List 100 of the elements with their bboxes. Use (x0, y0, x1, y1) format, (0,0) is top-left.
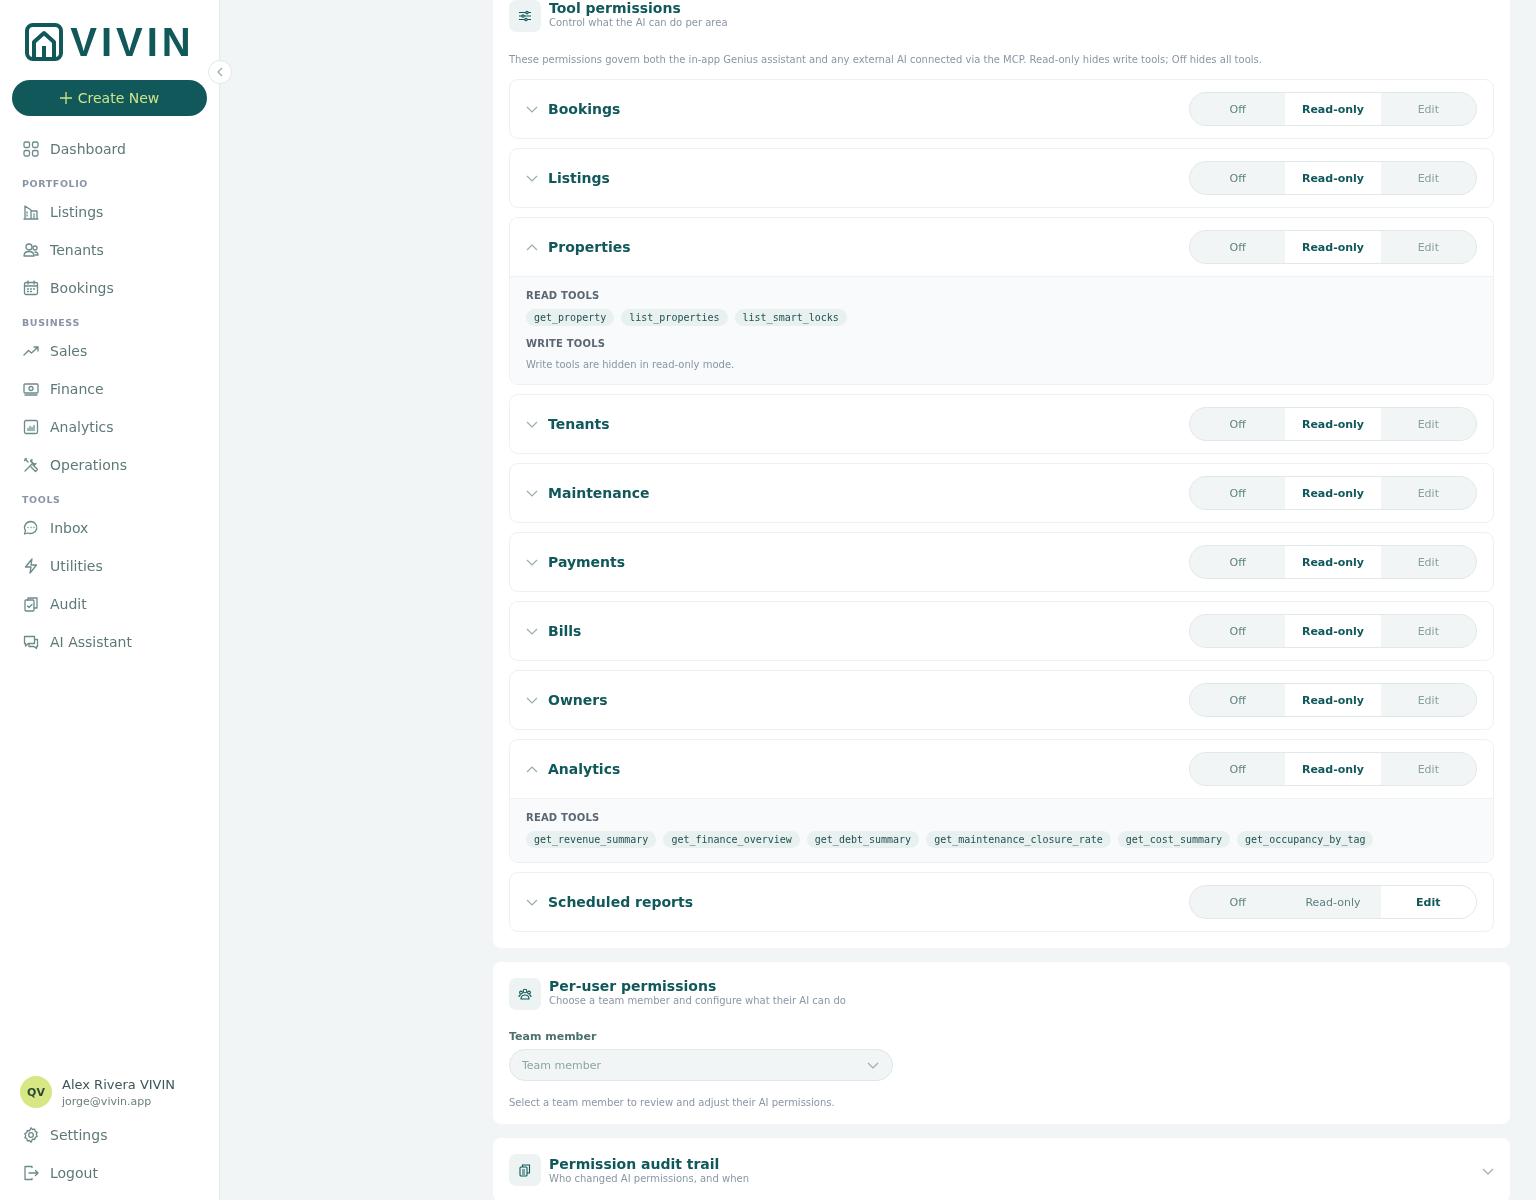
permission-option[interactable]: Read-only (1285, 886, 1381, 918)
sidebar-item[interactable]: Utilities (12, 547, 207, 585)
permission-option[interactable]: Off (1190, 753, 1286, 785)
tools-icon (22, 456, 40, 474)
permission-option[interactable]: Read-only (1285, 753, 1381, 785)
nav-section-label: TOOLS (21, 493, 62, 507)
area-toggle[interactable]: Bills (526, 623, 582, 639)
user-email: jorge@vivin.app (62, 1094, 153, 1108)
area-toggle[interactable]: Tenants (526, 416, 610, 432)
card-title: Per-user permissions (549, 978, 718, 994)
clipboard-icon (509, 1154, 541, 1186)
permission-option[interactable]: Off (1190, 93, 1286, 125)
permission-option[interactable]: Off (1190, 477, 1286, 509)
user-name: Alex Rivera VIVIN (62, 1076, 176, 1092)
permission-option[interactable]: Read-only (1285, 546, 1381, 578)
tool-tag: get_debt_summary (806, 831, 920, 848)
permission-option[interactable]: Edit (1380, 162, 1476, 194)
area-toggle[interactable]: Maintenance (526, 485, 650, 501)
building-icon (22, 203, 40, 221)
sidebar-item[interactable]: Tenants (12, 231, 207, 269)
sidebar-item[interactable]: Sales (12, 332, 207, 370)
lightning-icon (22, 557, 40, 575)
team-member-select[interactable]: Team member (509, 1049, 893, 1081)
house-logo-icon (24, 22, 65, 62)
permission-option[interactable]: Read-only (1285, 162, 1381, 194)
permission-option[interactable]: Read-only (1285, 477, 1381, 509)
permission-option[interactable]: Edit (1380, 684, 1476, 716)
permission-option[interactable]: Edit (1380, 753, 1476, 785)
permission-option[interactable]: Edit (1380, 231, 1476, 263)
nav-section-label: BUSINESS (21, 316, 81, 330)
create-new-button[interactable]: Create New (12, 80, 207, 116)
sidebar-item[interactable]: Operations (12, 446, 207, 484)
chevron-down-icon (867, 1062, 879, 1069)
permission-option[interactable]: Edit (1380, 886, 1476, 918)
sidebar-item[interactable]: Inbox (12, 509, 207, 547)
permission-option[interactable]: Off (1190, 886, 1286, 918)
area-toggle[interactable]: Listings (526, 170, 610, 186)
section-label: READ TOOLS (526, 290, 601, 301)
permission-option[interactable]: Edit (1380, 546, 1476, 578)
sidebar-item[interactable]: Analytics (12, 408, 207, 446)
permission-option[interactable]: Edit (1380, 93, 1476, 125)
sidebar-item[interactable]: Listings (12, 193, 207, 231)
calendar-icon (22, 279, 40, 297)
tool-tag: get_revenue_summary (526, 831, 657, 848)
section-label: WRITE TOOLS (526, 338, 607, 349)
permission-option[interactable]: Off (1190, 615, 1286, 647)
users-icon (22, 241, 40, 259)
permission-option[interactable]: Read-only (1285, 231, 1381, 263)
brand-logo: VIVIN (70, 22, 195, 62)
field-label: Team member (509, 1030, 598, 1043)
permission-option[interactable]: Edit (1380, 477, 1476, 509)
collapse-sidebar-button[interactable] (208, 60, 232, 84)
permission-option[interactable]: Edit (1380, 615, 1476, 647)
area-toggle[interactable]: Owners (526, 692, 608, 708)
permission-option[interactable]: Read-only (1285, 93, 1381, 125)
tool-tag: list_smart_locks (734, 309, 847, 326)
permission-option[interactable]: Edit (1380, 408, 1476, 440)
tool-tag: get_cost_summary (1117, 831, 1231, 848)
permission-option[interactable]: Off (1190, 162, 1286, 194)
chat-bubble-icon (22, 519, 40, 537)
permission-option[interactable]: Read-only (1285, 615, 1381, 647)
clipboard-icon (22, 595, 40, 613)
permission-option[interactable]: Off (1190, 408, 1286, 440)
chevron-down-icon (1482, 1167, 1494, 1175)
settings-icon (22, 1126, 40, 1144)
tool-tag: list_properties (621, 309, 728, 326)
permission-option[interactable]: Read-only (1285, 408, 1381, 440)
area-toggle[interactable]: Payments (526, 554, 626, 570)
card-subtitle: Control what the AI can do per area (549, 17, 728, 28)
bar-chart-icon (22, 418, 40, 436)
logout-icon (22, 1164, 40, 1182)
chevron-left-icon (216, 67, 224, 77)
permissions-description: These permissions govern both the in-app Genius assistant and any external AI connected via the MCP. Read-only hides write tools; Off hides all tools. (509, 54, 1263, 65)
area-toggle[interactable]: Scheduled reports (526, 894, 693, 910)
tool-tag: get_finance_overview (663, 831, 800, 848)
permission-option[interactable]: Read-only (1285, 684, 1381, 716)
sidebar-item[interactable]: Bookings (12, 269, 207, 307)
card-subtitle: Choose a team member and configure what their AI can do (549, 995, 846, 1006)
grid-icon (22, 140, 40, 158)
sidebar-item[interactable]: Audit (12, 585, 207, 623)
write-tools-note: Write tools are hidden in read-only mode. (526, 359, 736, 370)
permission-option[interactable]: Off (1190, 684, 1286, 716)
chat-bubbles-icon (22, 633, 40, 651)
area-toggle[interactable]: Bookings (526, 101, 621, 117)
permission-option[interactable]: Off (1190, 231, 1286, 263)
field-hint: Select a team member to review and adjust their AI permissions. (509, 1097, 836, 1108)
section-label: READ TOOLS (526, 812, 601, 823)
permission-option[interactable]: Off (1190, 546, 1286, 578)
sidebar-item[interactable]: Dashboard (12, 130, 207, 168)
sidebar-item[interactable]: Finance (12, 370, 207, 408)
card-subtitle: Who changed AI permissions, and when (549, 1173, 749, 1184)
sidebar-item[interactable]: AI Assistant (12, 623, 207, 661)
user-avatar: QV (20, 1076, 52, 1108)
banknote-icon (22, 380, 40, 398)
nav-section-label: PORTFOLIO (21, 177, 90, 191)
area-toggle[interactable]: Analytics (526, 761, 621, 777)
sidebar-item[interactable]: Logout (12, 1154, 207, 1192)
team-icon (509, 978, 541, 1010)
sidebar-item[interactable]: Settings (12, 1116, 207, 1154)
area-toggle[interactable]: Properties (526, 239, 631, 255)
